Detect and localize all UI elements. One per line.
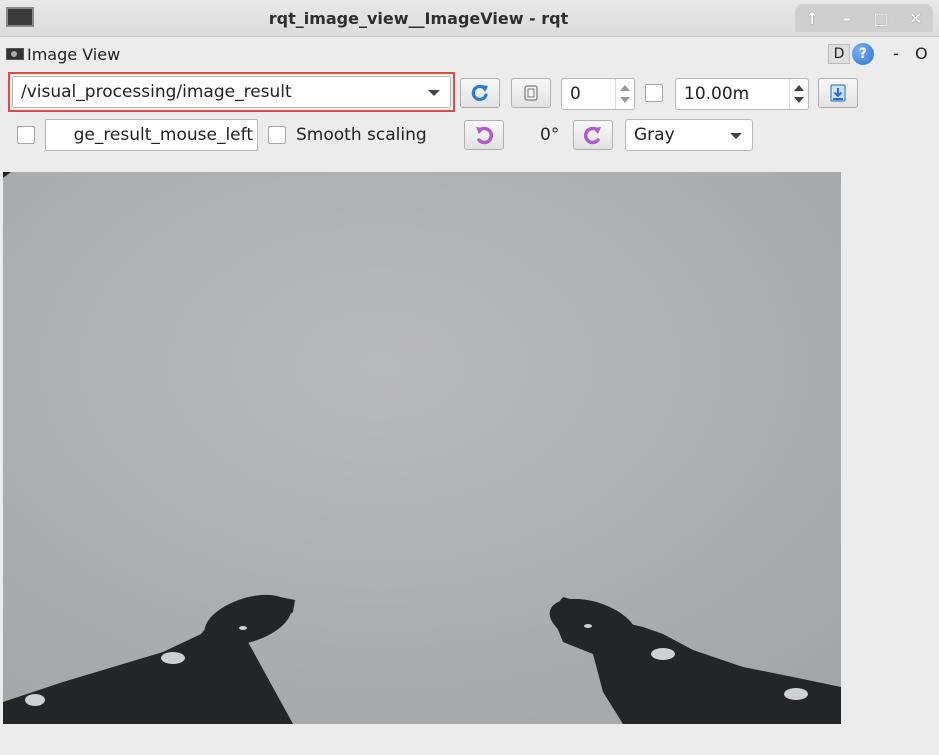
color-scheme-value: Gray [634,125,675,145]
topic-select[interactable]: /visual_processing/image_result [12,76,451,108]
rotate-right-icon [583,126,601,145]
mouse-publish-checkbox[interactable] [17,126,35,144]
window-titlebar: rqt_image_view__ImageView - rqt ↑ – □ ✕ [0,0,939,37]
debug-button[interactable]: D [828,44,850,64]
save-image-button[interactable] [818,78,858,108]
arrow-up-icon[interactable] [794,85,804,91]
arrow-down-icon[interactable] [794,97,804,103]
image-view-icon [6,48,24,60]
save-icon [830,84,846,102]
mouse-topic-input[interactable]: ge_result_mouse_left [45,119,258,151]
plugin-header: Image View D ? - O [0,42,939,66]
window-title: rqt_image_view__ImageView - rqt [268,9,569,28]
zoom-original-icon [524,85,538,101]
close-plugin-button[interactable]: O [915,44,928,63]
maximize-button[interactable]: □ [868,9,894,28]
mouse-topic-value: ge_result_mouse_left [73,125,253,145]
rotate-right-button[interactable] [573,120,613,150]
refresh-topics-button[interactable] [460,78,500,108]
camera-image [3,172,841,724]
number-spinbox-value: 0 [570,84,581,104]
rotate-left-button[interactable] [464,120,504,150]
max-range-spinbox[interactable]: 10.00m [675,78,809,110]
rotation-label: 0° [540,125,560,145]
chevron-down-icon [730,133,742,139]
dynamic-range-checkbox[interactable] [645,84,663,102]
zoom-1-button[interactable] [511,78,551,108]
window-controls: ↑ – □ ✕ [795,4,933,32]
smooth-scaling-checkbox[interactable] [268,126,286,144]
color-scheme-select[interactable]: Gray [625,119,753,151]
range-spin-arrows [789,79,808,109]
number-spinbox[interactable]: 0 [561,78,635,110]
plugin-title: Image View [27,45,121,64]
topic-select-value: /visual_processing/image_result [21,82,292,102]
spin-arrows [615,79,634,109]
image-display[interactable] [3,172,841,724]
minimize-plugin-button[interactable]: - [893,44,899,63]
max-range-value: 10.00m [684,84,750,104]
arrow-up-icon[interactable] [620,85,630,91]
close-button[interactable]: ✕ [903,9,929,28]
minimize-button[interactable]: – [834,9,860,28]
help-icon[interactable]: ? [852,43,874,65]
arrow-down-icon[interactable] [620,97,630,103]
smooth-scaling-label: Smooth scaling [296,125,427,145]
refresh-icon [471,84,488,102]
keep-above-button[interactable]: ↑ [799,9,825,28]
rotate-left-icon [476,126,494,145]
chevron-down-icon [428,90,440,96]
